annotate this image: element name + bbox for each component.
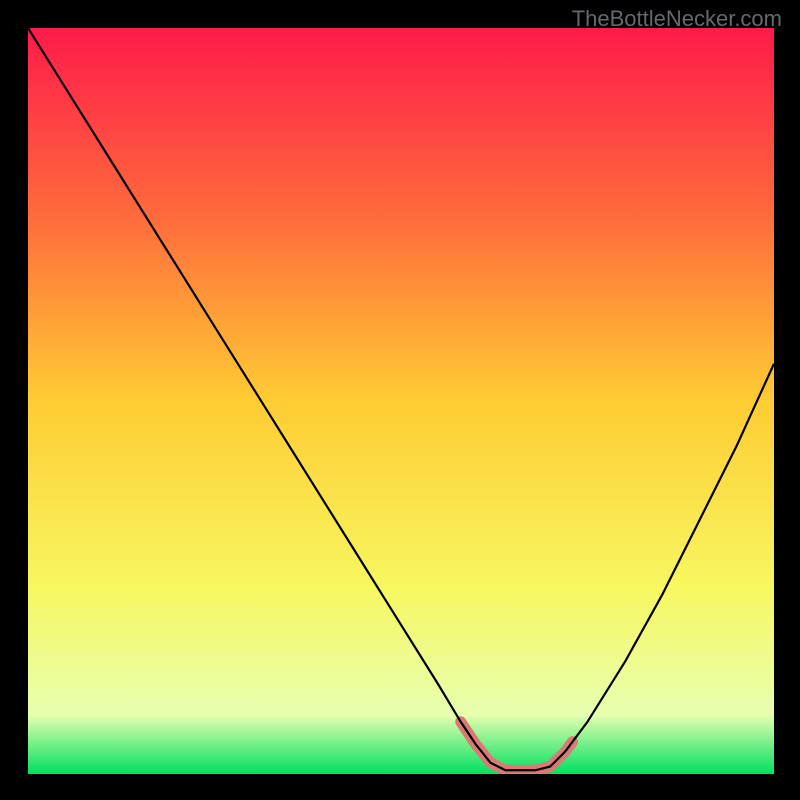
chart-plot-area [28, 28, 774, 774]
chart-svg [28, 28, 774, 774]
chart-background [28, 28, 774, 774]
